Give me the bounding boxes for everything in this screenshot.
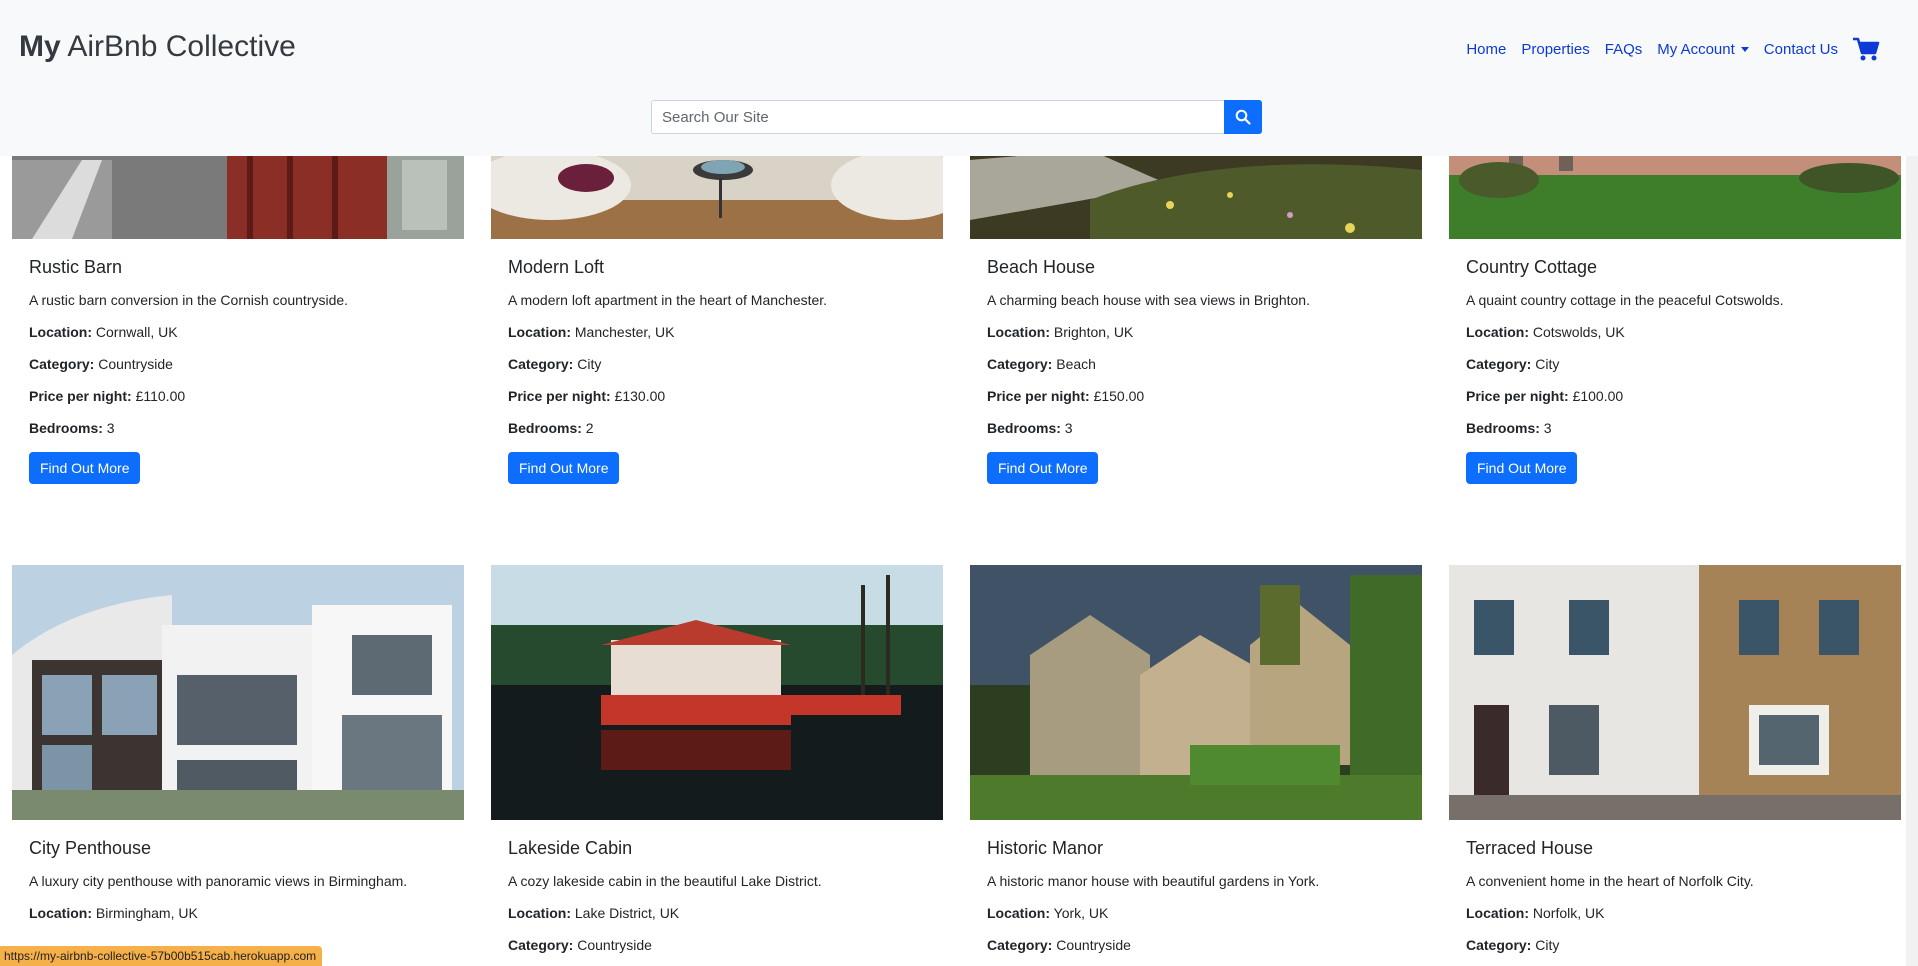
property-bedrooms: Bedrooms: 2 xyxy=(508,420,594,436)
property-title: Rustic Barn xyxy=(29,257,123,277)
property-bedrooms: Bedrooms: 3 xyxy=(1466,420,1552,436)
property-category: Category: Beach xyxy=(987,356,1096,372)
property-location: Location: Norfolk, UK xyxy=(1466,905,1605,921)
find-out-more-button[interactable]: Find Out More xyxy=(987,452,1099,484)
nav-home[interactable]: Home xyxy=(1466,41,1506,58)
site-brand[interactable]: My AirBnb Collective xyxy=(19,30,296,64)
property-title: Country Cottage xyxy=(1466,257,1598,277)
property-description: A quaint country cottage in the peaceful… xyxy=(1466,292,1784,308)
chevron-down-icon xyxy=(1740,47,1749,53)
search-icon xyxy=(1235,109,1251,125)
property-location: Location: Birmingham, UK xyxy=(29,905,198,921)
find-out-more-button[interactable]: Find Out More xyxy=(29,452,141,484)
property-description: A cozy lakeside cabin in the beautiful L… xyxy=(508,873,822,889)
property-category: Category: Countryside xyxy=(508,937,652,953)
property-location: Location: York, UK xyxy=(987,905,1109,921)
property-bedrooms: Bedrooms: 3 xyxy=(29,420,115,436)
property-title: Modern Loft xyxy=(508,257,605,277)
property-category: Category: City xyxy=(1466,937,1560,953)
property-price: Price per night: £100.00 xyxy=(1466,388,1624,404)
shopping-cart-icon[interactable] xyxy=(1852,36,1880,62)
property-category: Category: Countryside xyxy=(987,937,1131,953)
property-description: A rustic barn conversion in the Cornish … xyxy=(29,292,349,308)
property-title: City Penthouse xyxy=(29,838,152,858)
status-url: https://my-airbnb-collective-57b00b515ca… xyxy=(0,946,323,966)
find-out-more-button[interactable]: Find Out More xyxy=(1466,452,1578,484)
search-button[interactable] xyxy=(1224,100,1262,134)
property-price: Price per night: £130.00 xyxy=(508,388,666,404)
nav-faqs[interactable]: FAQs xyxy=(1605,41,1643,58)
property-category: Category: City xyxy=(1466,356,1560,372)
property-description: A convenient home in the heart of Norfol… xyxy=(1466,873,1754,889)
search-input[interactable] xyxy=(651,100,1224,134)
find-out-more-button[interactable]: Find Out More xyxy=(508,452,620,484)
property-card: City Penthouse A luxury city penthouse w… xyxy=(12,565,464,921)
property-image[interactable] xyxy=(970,565,1422,820)
property-description: A historic manor house with beautiful ga… xyxy=(987,873,1320,889)
nav-my-account[interactable]: My Account xyxy=(1657,41,1749,58)
property-title: Beach House xyxy=(987,257,1096,277)
property-location: Location: Cotswolds, UK xyxy=(1466,324,1625,340)
property-image[interactable] xyxy=(491,565,943,820)
main-nav: Home Properties FAQs My Account Contact … xyxy=(1451,36,1880,62)
property-location: Location: Cornwall, UK xyxy=(29,324,178,340)
property-card: Historic Manor A historic manor house wi… xyxy=(970,565,1422,953)
nav-contact[interactable]: Contact Us xyxy=(1764,41,1838,58)
site-header: My AirBnb Collective Home Properties FAQ… xyxy=(0,0,1918,156)
property-bedrooms: Bedrooms: 3 xyxy=(987,420,1073,436)
property-card: Terraced House A convenient home in the … xyxy=(1449,565,1901,953)
search-form xyxy=(651,100,1262,134)
property-price: Price per night: £110.00 xyxy=(29,388,186,404)
property-description: A charming beach house with sea views in… xyxy=(987,292,1310,308)
property-location: Location: Manchester, UK xyxy=(508,324,675,340)
property-location: Location: Lake District, UK xyxy=(508,905,680,921)
property-description: A luxury city penthouse with panoramic v… xyxy=(29,873,408,889)
property-card: Lakeside Cabin A cozy lakeside cabin in … xyxy=(491,565,943,953)
property-category: Category: City xyxy=(508,356,602,372)
property-title: Terraced House xyxy=(1466,838,1594,858)
property-description: A modern loft apartment in the heart of … xyxy=(508,292,828,308)
property-category: Category: Countryside xyxy=(29,356,173,372)
property-location: Location: Brighton, UK xyxy=(987,324,1134,340)
property-title: Lakeside Cabin xyxy=(508,838,633,858)
property-price: Price per night: £150.00 xyxy=(987,388,1145,404)
property-image[interactable] xyxy=(12,565,464,820)
nav-properties[interactable]: Properties xyxy=(1521,41,1589,58)
property-title: Historic Manor xyxy=(987,838,1104,858)
property-image[interactable] xyxy=(1449,565,1901,820)
